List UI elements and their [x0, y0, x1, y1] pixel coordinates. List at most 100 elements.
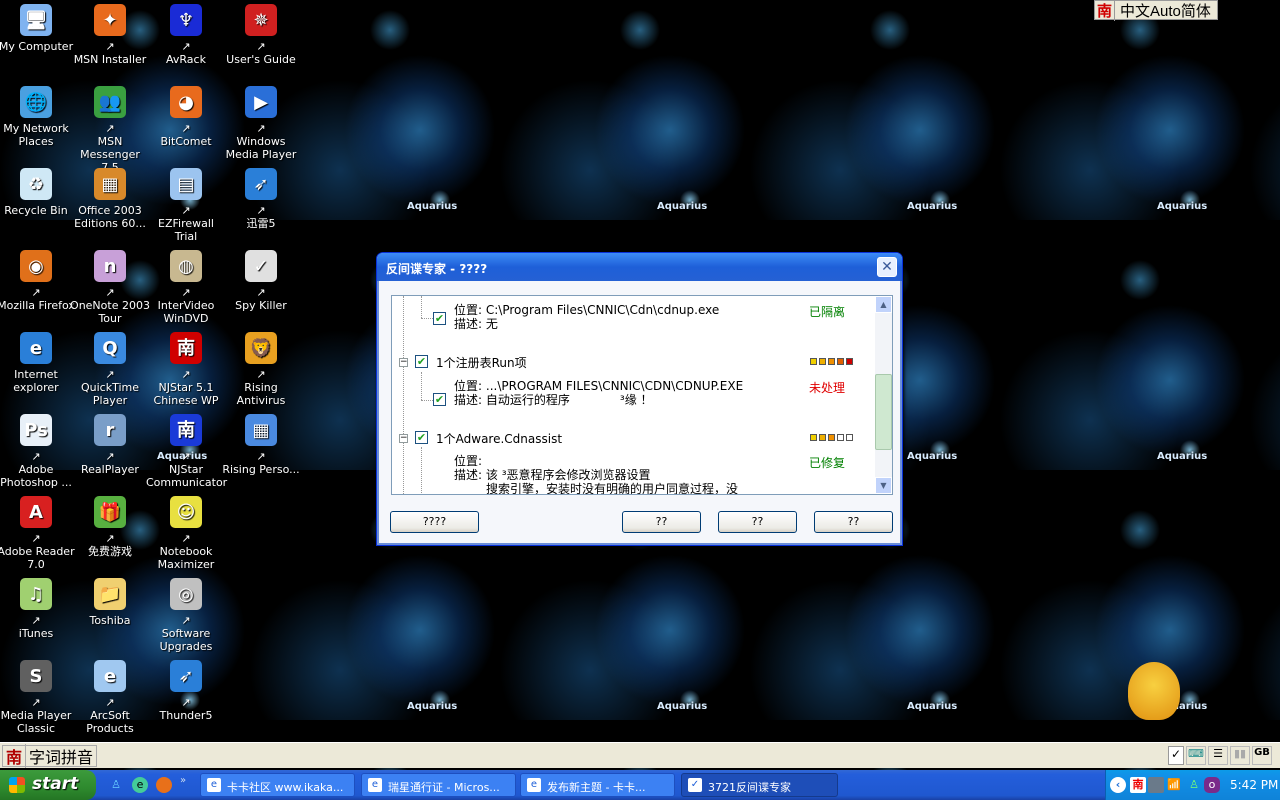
- collapse-toggle[interactable]: −: [399, 434, 408, 443]
- firefox-icon[interactable]: [156, 777, 172, 793]
- app-icon: A: [20, 496, 52, 528]
- desktop-icon[interactable]: 南 ↗ NJStar 5.1 Chinese WP: [146, 328, 226, 407]
- desktop-icon[interactable]: ◉ ↗ Mozilla Firefox: [0, 246, 76, 312]
- desktop-icon-label: NJStar Communicator: [146, 463, 228, 489]
- ime-input-mode[interactable]: 字词拼音: [26, 744, 96, 768]
- taskbar-button-label: 卡卡社区 www.ikaka...: [227, 781, 344, 794]
- scroll-thumb[interactable]: [875, 374, 892, 450]
- desktop-icon[interactable]: ✓ ↗ Spy Killer: [221, 246, 301, 312]
- taskbar-button[interactable]: e 瑞星通行证 - Micros...: [361, 773, 516, 797]
- desktop-icon[interactable]: 👥↗MSN Messenger 7.5: [70, 82, 150, 174]
- desktop-icon-label: InterVideo WinDVD: [157, 299, 215, 325]
- desktop-icon[interactable]: e Internet explorer: [0, 328, 76, 394]
- taskbar-button[interactable]: e 发布新主题 - 卡卡...: [520, 773, 675, 797]
- app-icon: ◎: [170, 578, 202, 610]
- desktop-icon-label: BitComet: [160, 135, 212, 148]
- ie-icon[interactable]: e: [132, 777, 148, 793]
- wallpaper-label: Aquarius: [907, 701, 958, 712]
- shortcut-arrow-icon: ↗: [31, 532, 41, 545]
- desktop-icon[interactable]: ▦ Office 2003 Editions 60...: [70, 164, 150, 230]
- more-chevron-icon[interactable]: »: [180, 775, 186, 786]
- desktop-icon[interactable]: ◍ ↗ InterVideo WinDVD: [146, 246, 226, 325]
- item-checkbox[interactable]: ✔: [433, 393, 446, 406]
- dialog-title-bar[interactable]: 反间谍专家 - ????: [377, 253, 902, 281]
- scrollbar[interactable]: ▲ ▼: [875, 296, 892, 494]
- desktop-icon[interactable]: ♫ ↗ iTunes: [0, 574, 76, 640]
- desktop-icon[interactable]: ✵ ↗ User's Guide: [221, 0, 301, 66]
- wallpaper-label: Aquarius: [1157, 201, 1208, 212]
- ime-mode-label[interactable]: 中文Auto简体: [1115, 0, 1211, 21]
- desktop-icon[interactable]: r ↗ RealPlayer: [70, 410, 150, 476]
- desktop-icon[interactable]: A ↗ Adobe Reader 7.0: [0, 492, 76, 571]
- group-checkbox[interactable]: ✔: [415, 431, 428, 444]
- msn-icon[interactable]: ♙: [108, 777, 124, 793]
- taskbar-button[interactable]: ✓ 3721反间谍专家: [681, 773, 838, 797]
- shortcut-arrow-icon: ↗: [31, 696, 41, 709]
- desktop-icon[interactable]: ♻ Recycle Bin: [0, 164, 76, 217]
- desktop-icon-label: Windows Media Player: [225, 135, 297, 161]
- check-icon[interactable]: ✓: [1168, 746, 1184, 765]
- dialog-button-1[interactable]: ????: [390, 511, 479, 533]
- gb-icon[interactable]: GB: [1252, 746, 1272, 765]
- msn-icon[interactable]: ♙: [1186, 777, 1202, 793]
- wallpaper-label: Aquarius: [657, 201, 708, 212]
- desktop-icon-label: ArcSoft Products: [86, 709, 134, 735]
- njstar-icon[interactable]: 南: [1130, 777, 1146, 793]
- app-icon: ▦: [245, 414, 277, 446]
- lion-mascot-icon[interactable]: [1128, 662, 1180, 720]
- dialog-button-2[interactable]: ??: [622, 511, 701, 533]
- desktop-icon[interactable]: 🦁 ↗ Rising Antivirus: [221, 328, 301, 407]
- app-icon: ➶: [245, 168, 277, 200]
- desktop-icon[interactable]: ✦ ↗ MSN Installer: [70, 0, 150, 66]
- desktop-icon[interactable]: 🎁 ↗ 免费游戏: [70, 492, 150, 558]
- desktop-icon[interactable]: Ps ↗ Adobe Photoshop ...: [0, 410, 76, 489]
- panel-icon[interactable]: ☰: [1208, 746, 1228, 765]
- desktop-icon[interactable]: 🖥 My Computer: [0, 0, 76, 53]
- desktop-icon[interactable]: S ↗ Media Player Classic: [0, 656, 76, 735]
- scroll-down-icon[interactable]: ▼: [875, 477, 892, 494]
- location-label: 位置:: [454, 303, 483, 317]
- desktop-icon[interactable]: ◎ ↗ Software Upgrades: [146, 574, 226, 653]
- ime-status-top[interactable]: 南 中文Auto简体: [1094, 0, 1218, 21]
- desktop-icon[interactable]: ◕ ↗ BitComet: [146, 82, 226, 148]
- app-icon: ✵: [245, 4, 277, 36]
- desktop-icon[interactable]: ▤ ↗ EZFirewall Trial: [146, 164, 226, 243]
- app-icon: S: [20, 660, 52, 692]
- clock[interactable]: 5:42 PM: [1230, 778, 1278, 792]
- desktop-icon[interactable]: ➶ ↗ Thunder5: [146, 656, 226, 722]
- desktop-icon[interactable]: 📁 Toshiba: [70, 574, 150, 627]
- app-icon: ◕: [170, 86, 202, 118]
- taskbar-button[interactable]: e 卡卡社区 www.ikaka...: [200, 773, 355, 797]
- app-icon: ♻: [20, 168, 52, 200]
- group-checkbox[interactable]: ✔: [415, 355, 428, 368]
- shortcut-arrow-icon: ↗: [256, 122, 266, 135]
- tree-detail-cdnup: 位置: C:\Program Files\CNNIC\Cdn\cdnup.exe…: [454, 303, 719, 331]
- close-icon[interactable]: ✕: [877, 257, 897, 277]
- item-checkbox[interactable]: ✔: [433, 312, 446, 325]
- start-button[interactable]: start: [0, 770, 96, 800]
- desktop-icon[interactable]: 南 ↗ NJStar Communicator: [146, 410, 228, 489]
- desktop-icon[interactable]: ♆ ↗ AvRack: [146, 0, 226, 66]
- dialog-button-4[interactable]: ??: [814, 511, 893, 533]
- desktop-icon[interactable]: ▦ ↗ Rising Perso...: [221, 410, 301, 476]
- app-icon[interactable]: o: [1204, 777, 1220, 793]
- chevron-left-icon[interactable]: ‹: [1110, 777, 1126, 793]
- desktop-icon[interactable]: ▶ ↗ Windows Media Player: [221, 82, 301, 161]
- desktop-icon[interactable]: ➶ ↗ 迅雷5: [221, 164, 301, 230]
- shortcut-arrow-icon: ↗: [181, 122, 191, 135]
- bars-icon[interactable]: ▮▮: [1230, 746, 1250, 765]
- njstar-logo-icon[interactable]: 南: [3, 744, 27, 768]
- keyboard-icon[interactable]: ⌨: [1186, 746, 1206, 765]
- wireless-icon[interactable]: 📶: [1166, 777, 1182, 793]
- collapse-toggle[interactable]: −: [399, 358, 408, 367]
- desktop-icon[interactable]: 🌐 My Network Places: [0, 82, 76, 148]
- results-tree[interactable]: 位置: C:\Program Files\CNNIC\Cdn\cdnup.exe…: [391, 295, 893, 495]
- desktop-icon[interactable]: n ↗ OneNote 2003 Tour: [70, 246, 150, 325]
- scroll-up-icon[interactable]: ▲: [875, 296, 892, 313]
- desktop-icon[interactable]: e ↗ ArcSoft Products: [70, 656, 150, 735]
- desktop-icon-label: Media Player Classic: [0, 709, 72, 735]
- dialog-button-3[interactable]: ??: [718, 511, 797, 533]
- network-icon[interactable]: [1148, 777, 1164, 793]
- desktop-icon[interactable]: ☺ ↗ Notebook Maximizer: [146, 492, 226, 571]
- desktop-icon[interactable]: Q ↗ QuickTime Player: [70, 328, 150, 407]
